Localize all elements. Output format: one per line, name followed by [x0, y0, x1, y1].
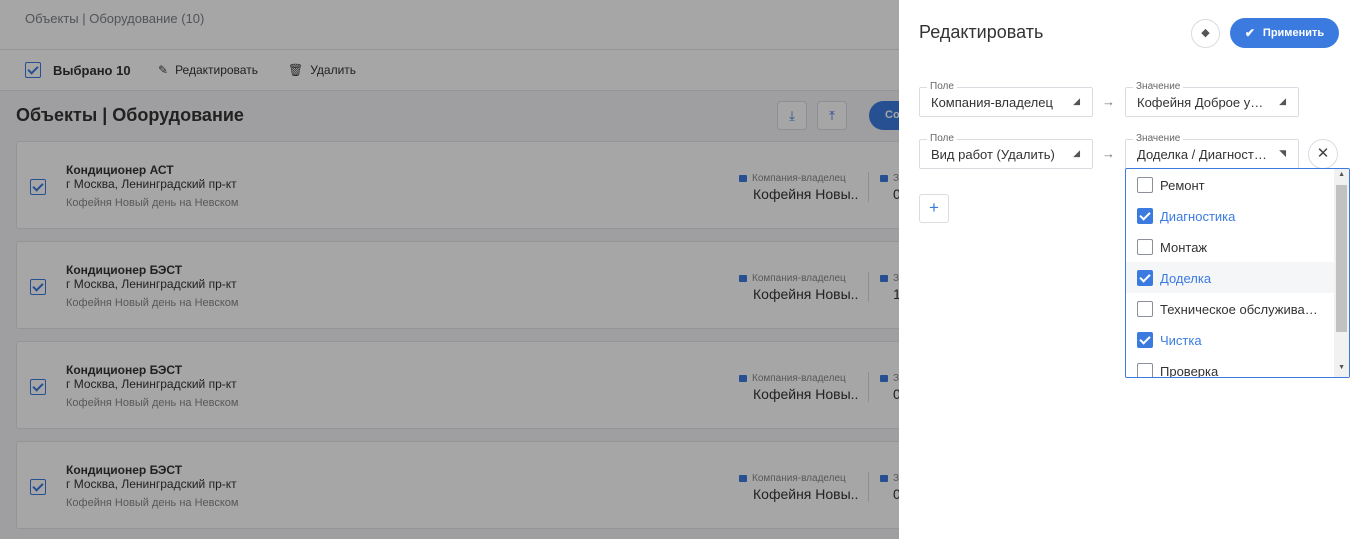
chevron-down-icon: ◢ — [1279, 96, 1286, 106]
scroll-down-icon[interactable]: ▼ — [1338, 364, 1345, 371]
scrollbar[interactable]: ▲ ▼ — [1334, 169, 1349, 377]
field-value: Вид работ (Удалить) — [931, 147, 1055, 162]
scrollbar-thumb[interactable] — [1336, 185, 1347, 332]
option-checkbox[interactable] — [1137, 332, 1153, 348]
field-value: Компания-владелец — [931, 95, 1053, 110]
value-value: Кофейня Доброе утро — [1137, 95, 1267, 110]
option-item[interactable]: Техническое обслуживание — [1126, 293, 1334, 324]
option-item[interactable]: Доделка — [1126, 262, 1334, 293]
edit-drawer: Редактировать ◆ ✔ Применить Поле Компани… — [899, 0, 1356, 539]
option-item[interactable]: Чистка — [1126, 324, 1334, 355]
option-checkbox[interactable] — [1137, 301, 1153, 317]
add-row-button[interactable]: + — [919, 194, 949, 223]
field-label: Поле — [927, 81, 957, 93]
clear-button[interactable]: ◆ — [1191, 19, 1220, 48]
value-label: Значение — [1133, 133, 1184, 145]
field-label: Поле — [927, 133, 957, 145]
drawer-title: Редактировать — [919, 22, 1044, 42]
option-checkbox[interactable] — [1137, 239, 1153, 255]
option-label: Монтаж — [1160, 240, 1208, 255]
option-item[interactable]: Проверка — [1126, 355, 1334, 378]
modal-overlay[interactable] — [0, 0, 899, 539]
close-icon: ✕ — [1316, 145, 1330, 162]
option-label: Чистка — [1160, 333, 1202, 348]
value-value: Доделка / Диагностика — [1137, 147, 1267, 162]
value-label: Значение — [1133, 81, 1184, 93]
option-item[interactable]: Монтаж — [1126, 231, 1334, 262]
arrow-right-icon: → — [1102, 146, 1115, 161]
chevron-down-icon: ◢ — [1073, 96, 1080, 106]
option-label: Доделка — [1160, 271, 1212, 286]
option-checkbox[interactable] — [1137, 208, 1153, 224]
option-checkbox[interactable] — [1137, 270, 1153, 286]
option-checkbox[interactable] — [1137, 363, 1153, 377]
scroll-up-icon[interactable]: ▲ — [1338, 171, 1345, 178]
eraser-icon: ◆ — [1201, 27, 1210, 39]
apply-label: Применить — [1262, 27, 1325, 39]
arrow-right-icon: → — [1102, 94, 1115, 109]
value-select-1[interactable]: Значение Кофейня Доброе утро ◢ — [1125, 81, 1299, 117]
chevron-down-icon: ◢ — [1073, 148, 1080, 158]
option-label: Диагностика — [1160, 209, 1236, 224]
field-select-2[interactable]: Поле Вид работ (Удалить) ◢ — [919, 133, 1093, 169]
field-select-1[interactable]: Поле Компания-владелец ◢ — [919, 81, 1093, 117]
option-label: Ремонт — [1160, 178, 1205, 193]
option-item[interactable]: Ремонт — [1126, 169, 1334, 200]
option-label: Техническое обслуживание — [1160, 302, 1320, 317]
remove-row-button[interactable]: ✕ — [1308, 139, 1338, 169]
options-dropdown: Ремонт Диагностика Монтаж Доделка Техническо… — [1125, 168, 1350, 378]
option-checkbox[interactable] — [1137, 177, 1153, 193]
value-select-2[interactable]: Значение Доделка / Диагностика ◥ — [1125, 133, 1299, 169]
check-icon: ✔ — [1244, 26, 1255, 40]
apply-button[interactable]: ✔ Применить — [1230, 18, 1339, 48]
option-item[interactable]: Диагностика — [1126, 200, 1334, 231]
chevron-up-icon: ◥ — [1279, 148, 1286, 158]
option-label: Проверка — [1160, 364, 1219, 378]
plus-icon: + — [929, 198, 939, 217]
